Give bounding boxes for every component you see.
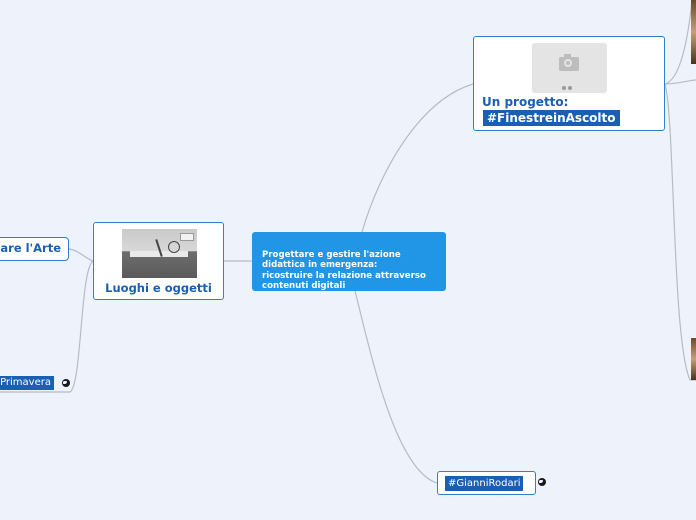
- central-topic[interactable]: Progettare e gestire l'azione didattica …: [252, 232, 446, 291]
- node-gianni-rodari[interactable]: #GianniRodari: [437, 471, 536, 495]
- connector-central-gianni: [354, 290, 438, 484]
- globe-link-icon[interactable]: [538, 478, 546, 486]
- node-un-progetto[interactable]: Un progetto: #FinestreinAscolto: [473, 36, 665, 131]
- progetto-label: Un progetto:: [482, 95, 569, 109]
- connector-luoghi-arte: [68, 248, 94, 262]
- node-arte[interactable]: are l'Arte: [0, 237, 69, 261]
- offscreen-image-bottom: [691, 338, 696, 380]
- node-luoghi-e-oggetti[interactable]: Luoghi e oggetti: [93, 222, 224, 300]
- connector-central-progetto: [361, 83, 474, 233]
- globe-link-icon[interactable]: [62, 379, 70, 387]
- node-primavera[interactable]: Primavera: [0, 374, 58, 393]
- connector-progetto-right-top: [664, 0, 693, 85]
- camera-icon: [532, 43, 607, 93]
- progetto-hashtag: #FinestreinAscolto: [483, 110, 620, 126]
- arte-label: are l'Arte: [0, 241, 61, 255]
- connector-progetto-right-low: [664, 83, 696, 381]
- primavera-label: Primavera: [0, 376, 54, 390]
- luoghi-thumbnail-image: [122, 229, 197, 278]
- central-topic-text: Progettare e gestire l'azione didattica …: [262, 249, 426, 292]
- connector-luoghi-primavera: [0, 260, 94, 393]
- luoghi-label: Luoghi e oggetti: [105, 281, 212, 295]
- gianni-label: #GianniRodari: [445, 476, 524, 491]
- offscreen-image-top: [691, 0, 696, 64]
